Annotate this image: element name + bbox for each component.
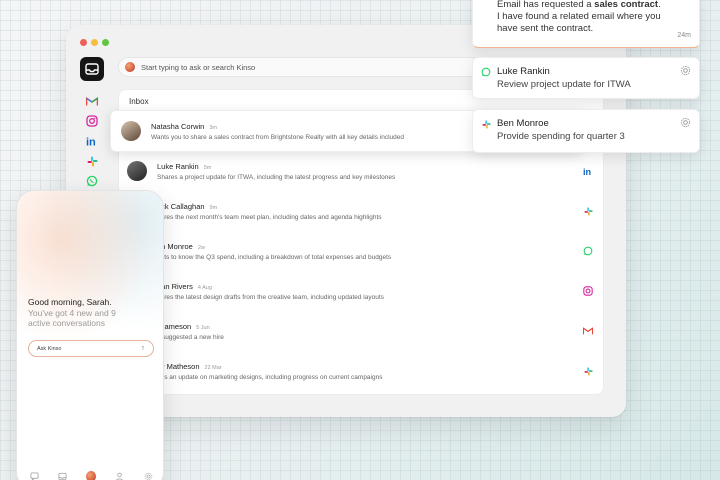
notification-detail: I have found a related email where you h… — [497, 11, 661, 34]
message-time: 4 Aug — [197, 284, 212, 291]
whatsapp-icon — [481, 67, 491, 77]
notification-highlight: sales contract — [594, 0, 659, 10]
message-preview: eds an update on marketing designs, incl… — [157, 373, 383, 381]
message-preview: s suggested a new hire — [157, 333, 224, 341]
assistant-orb-icon — [125, 62, 135, 72]
window-controls — [80, 39, 109, 46]
message-time: 5m — [203, 164, 212, 171]
assistant-notification[interactable]: Email has requested a sales contract. I … — [472, 0, 700, 48]
linkedin-icon[interactable]: in — [80, 131, 104, 151]
list-item[interactable]: Luke Rankin 5m Shares a project update f… — [127, 152, 597, 190]
svg-text:in: in — [86, 137, 96, 148]
list-item[interactable]: l Jameson 5 Jun s suggested a new hire — [127, 312, 597, 350]
whatsapp-icon[interactable] — [80, 171, 104, 191]
tab-assistant-orb-icon[interactable] — [86, 470, 96, 480]
slack-icon[interactable] — [80, 151, 104, 171]
notification-text: Email has requested a sales contract. I … — [497, 0, 677, 35]
notification-sender: Ben Monroe — [497, 118, 549, 129]
svg-text:in: in — [583, 167, 592, 176]
sender-name: ack Callaghan — [157, 201, 205, 211]
instagram-icon — [581, 284, 595, 298]
message-preview: Shares a project update for ITWA, includ… — [157, 173, 396, 181]
linkedin-icon: in — [581, 164, 595, 178]
instagram-icon[interactable] — [80, 111, 104, 131]
greeting-subtitle: You've got 4 new and 9 active conversati… — [28, 308, 116, 328]
ask-placeholder: Ask Kinso — [37, 345, 62, 352]
tab-inbox-icon[interactable] — [58, 471, 68, 480]
inbox-app-logo-icon[interactable] — [80, 57, 104, 81]
tab-settings-icon[interactable] — [143, 471, 153, 480]
maximize-window-button[interactable] — [102, 39, 109, 46]
list-item[interactable]: ack Callaghan 9m hares the next month's … — [127, 192, 597, 230]
message-time: 9m — [209, 204, 218, 211]
search-placeholder: Start typing to ask or search Kinso — [141, 62, 256, 72]
tab-chat-icon[interactable] — [29, 471, 39, 480]
avatar — [121, 121, 141, 141]
close-window-button[interactable] — [80, 39, 87, 46]
ask-input[interactable]: Ask Kinso ↑ — [28, 340, 154, 357]
gmail-icon — [581, 324, 595, 338]
message-preview: ants to know the Q3 spend, including a b… — [157, 253, 392, 261]
notification-age: 24m — [677, 32, 691, 39]
slack-icon — [581, 364, 595, 378]
message-preview: hares the next month's team meet plan, i… — [157, 213, 382, 221]
message-preview: hares the latest design drafts from the … — [157, 293, 384, 301]
slack-icon — [481, 119, 491, 129]
notification-text-part: . — [658, 0, 661, 10]
notification-card[interactable]: Luke Rankin Review project update for IT… — [472, 57, 700, 99]
list-item[interactable]: han Rivers 4 Aug hares the latest design… — [127, 272, 597, 310]
gear-icon[interactable] — [680, 65, 691, 76]
message-time: 2w — [197, 244, 205, 251]
message-time: 22 Mar — [204, 364, 222, 371]
bottom-tab-bar — [29, 470, 153, 480]
inbox-title: Inbox — [129, 97, 149, 106]
notification-sender: Luke Rankin — [497, 66, 550, 77]
notification-text-part: Email has requested a — [497, 0, 595, 10]
send-arrow-icon[interactable]: ↑ — [138, 344, 148, 354]
slack-icon — [581, 204, 595, 218]
message-time: 3m — [209, 124, 217, 131]
greeting: Good morning, Sarah. — [28, 297, 112, 307]
list-item[interactable]: cy Matheson 22 Mar eds an update on mark… — [127, 352, 597, 390]
sidebar: in — [80, 57, 104, 191]
sender-name: Natasha Corwin — [151, 121, 205, 131]
message-time: 5 Jun — [196, 324, 210, 331]
whatsapp-icon — [581, 244, 595, 258]
sender-name: Luke Rankin — [157, 161, 199, 171]
minimize-window-button[interactable] — [91, 39, 98, 46]
list-item[interactable]: en Monroe 2w ants to know the Q3 spend, … — [127, 232, 597, 270]
gear-icon[interactable] — [680, 117, 691, 128]
tab-profile-icon[interactable] — [115, 471, 125, 480]
notification-task: Review project update for ITWA — [497, 79, 631, 90]
avatar — [127, 161, 147, 181]
notification-task: Provide spending for quarter 3 — [497, 131, 625, 142]
mobile-app: Good morning, Sarah. You've got 4 new an… — [16, 190, 164, 480]
gmail-icon[interactable] — [80, 91, 104, 111]
notification-card[interactable]: Ben Monroe Provide spending for quarter … — [472, 109, 700, 153]
